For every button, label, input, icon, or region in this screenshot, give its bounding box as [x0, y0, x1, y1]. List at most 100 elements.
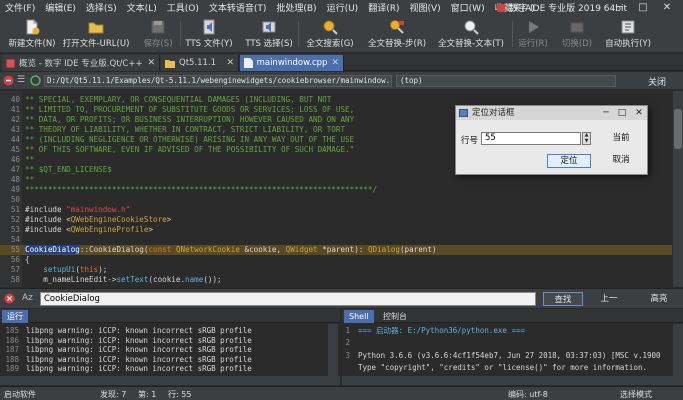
tab-close-icon[interactable]: ✕ — [147, 58, 155, 68]
tts-select-button[interactable]: TTS 选择(S) — [244, 17, 294, 51]
menu-tools[interactable]: 工具(O) — [162, 1, 204, 14]
find-previous-button[interactable]: 上一 — [594, 292, 624, 306]
find-close-icon[interactable] — [4, 293, 15, 307]
output-line-text: libpng warning: iCCP: known incorrect sR… — [26, 335, 252, 345]
code-token: ** OF THIS SOFTWARE, EVEN IF ADVISED OF … — [25, 145, 355, 154]
tab-shell[interactable]: Shell — [344, 310, 374, 323]
scrollbar-thumb[interactable] — [674, 109, 682, 149]
code-line: 56 { — [0, 255, 672, 265]
code-token: this — [79, 265, 99, 274]
replace-step-button[interactable]: 全文替换-步(R) — [364, 17, 430, 51]
line-number: 47 — [10, 165, 20, 174]
code-text: ** SPECIAL, EXEMPLARY, OR CONSEQUENTIAL … — [25, 95, 331, 105]
highlight-button[interactable]: 高亮 — [644, 292, 674, 306]
status-app: 启动软件 — [4, 390, 36, 399]
dialog-maximize-button[interactable]: □ — [614, 106, 630, 120]
line-number-spinner[interactable]: ▲ ▼ — [582, 132, 591, 145]
run-vertical-scrollbar[interactable] — [328, 324, 338, 376]
find-input[interactable]: CookieDialog — [40, 292, 536, 306]
code-text: ** LIMITED TO, PROCUREMENT OF SUBSTITUTE… — [25, 105, 354, 115]
search-all-icon — [323, 20, 338, 35]
status-row: 第: 1 — [138, 390, 157, 399]
menu-run[interactable]: 运行(U) — [322, 1, 364, 14]
tab-qt5[interactable]: Qt5.11.1 ✕ — [161, 55, 239, 71]
tab-overview[interactable]: 概览 - 数字 IDE 专业版.Qt/C++ ✕ — [2, 55, 160, 71]
line-number: 52 — [10, 215, 20, 224]
find-button[interactable]: 查找 — [543, 292, 583, 306]
tab-run[interactable]: 运行 — [2, 310, 28, 323]
tab-mainwindow-cpp[interactable]: mainwindow.cpp ✕ — [240, 55, 344, 71]
tts-file-button[interactable]: TTS 文件(Y) — [184, 17, 234, 51]
dialog-close-button[interactable]: ✕ — [631, 106, 647, 120]
file-path-field[interactable]: D:/Qt/Qt5.11.1/Examples/Qt-5.11.1/webeng… — [44, 75, 392, 87]
code-token: > — [148, 225, 154, 234]
auto-run-button[interactable]: 自动执行(Y) — [602, 17, 654, 51]
code-token: QWebEngineCookieStore — [70, 215, 167, 224]
run-button[interactable]: 运行(R) — [516, 17, 550, 51]
nav-back-icon[interactable] — [3, 75, 14, 89]
switch-button[interactable]: 切换(D) — [560, 17, 594, 51]
menu-view[interactable]: 视图(V) — [404, 1, 445, 14]
bottom-panel: 运行 185 libpng warning: iCCP: known incorr… — [0, 309, 683, 385]
line-number-input[interactable]: 55 — [481, 132, 581, 145]
shell-line-text: Python 3.6.6 (v3.6.6:4cf1f54eb7, Jun 27 … — [358, 350, 661, 360]
close-window-button[interactable]: ✕ — [658, 0, 676, 15]
line-number: 51 — [10, 205, 20, 214]
goto-ok-button[interactable]: 定位 — [547, 154, 591, 168]
code-token: *parent): — [317, 245, 368, 254]
minimize-button[interactable]: ─ — [610, 0, 628, 15]
code-text: { — [25, 255, 30, 265]
window-title-area: 数字 IDE 专业版 2019 64bit — [496, 0, 627, 15]
menu-translate[interactable]: 翻译(R) — [363, 1, 404, 14]
tab-console[interactable]: 控制台 — [378, 310, 412, 323]
menu-window[interactable]: 窗口(W) — [446, 1, 490, 14]
code-token: QWebEngineProfile — [70, 225, 149, 234]
shell-line-text: Type "copyright", "credits" or "license(… — [358, 362, 647, 372]
code-token: ** DATA, OR PROFITS; OR BUSINESS INTERRU… — [25, 115, 355, 124]
code-token: ::CookieDialog( — [79, 245, 149, 254]
cpp-file-icon — [244, 58, 253, 68]
tts-file-icon — [203, 19, 215, 35]
function-selector[interactable]: (top) — [396, 75, 616, 87]
menu-batch[interactable]: 批处理(B) — [271, 1, 321, 14]
code-text: ** — [25, 175, 34, 185]
auto-run-icon — [621, 20, 635, 34]
save-button[interactable]: 保存(S) — [138, 17, 178, 51]
nav-more-icon[interactable]: ☰ — [17, 75, 25, 85]
dialog-cancel-button[interactable]: 取消 — [599, 154, 643, 168]
editor-vertical-scrollbar[interactable] — [673, 91, 683, 287]
tab-close-icon[interactable]: ✕ — [331, 58, 339, 68]
refresh-icon[interactable] — [30, 75, 41, 89]
dialog-minimize-button[interactable]: ─ — [598, 106, 614, 120]
code-token: QNetworkCookie — [175, 245, 240, 254]
maximize-button[interactable]: □ — [634, 0, 652, 15]
open-file-url-button[interactable]: 打开文件-URL(U) — [63, 17, 129, 51]
current-button[interactable]: 当前 — [599, 132, 643, 146]
output-line-number: 189 — [5, 364, 19, 374]
replace-text-button[interactable]: 全文替换-文本(T) — [436, 17, 506, 51]
code-text: ** — [25, 155, 34, 165]
menu-edit[interactable]: 编辑(E) — [40, 1, 81, 14]
run-horizontal-scrollbar[interactable] — [0, 376, 340, 385]
menu-tts[interactable]: 文本转语音(T) — [204, 1, 272, 14]
code-text: m_nameLineEdit->setText(cookie.name()); — [25, 275, 221, 285]
search-all-button[interactable]: 全文搜索(G) — [304, 17, 356, 51]
new-file-button[interactable]: 新建文件(N) — [6, 17, 58, 51]
menu-file[interactable]: 文件(F) — [0, 1, 40, 14]
menu-select[interactable]: 选择(S) — [81, 1, 122, 14]
shell-line-text: === 启动器: E:/Python36/python.exe === — [358, 326, 525, 335]
code-token: ** LIMITED TO, PROCUREMENT OF SUBSTITUTE… — [25, 105, 355, 114]
path-bar: ☰ D:/Qt/Qt5.11.1/Examples/Qt-5.11.1/webe… — [0, 72, 683, 90]
menu-text[interactable]: 文本(L) — [122, 1, 162, 14]
output-line-text: libpng warning: iCCP: known incorrect sR… — [26, 326, 252, 335]
code-token: setupUi — [43, 265, 76, 274]
shell-vertical-scrollbar[interactable] — [673, 324, 683, 376]
shell-pane: Shell 控制台 1 === 启动器: E:/Python36/python.e… — [342, 309, 683, 385]
find-options-icon[interactable]: Az — [22, 293, 33, 303]
shell-line-number: 3 — [345, 350, 350, 360]
code-token: QDialog — [367, 245, 400, 254]
shell-horizontal-scrollbar[interactable] — [342, 376, 683, 385]
output-line-number: 186 — [5, 335, 19, 345]
close-file-button[interactable]: 关闭 — [648, 75, 666, 88]
tab-close-icon[interactable]: ✕ — [226, 58, 234, 68]
